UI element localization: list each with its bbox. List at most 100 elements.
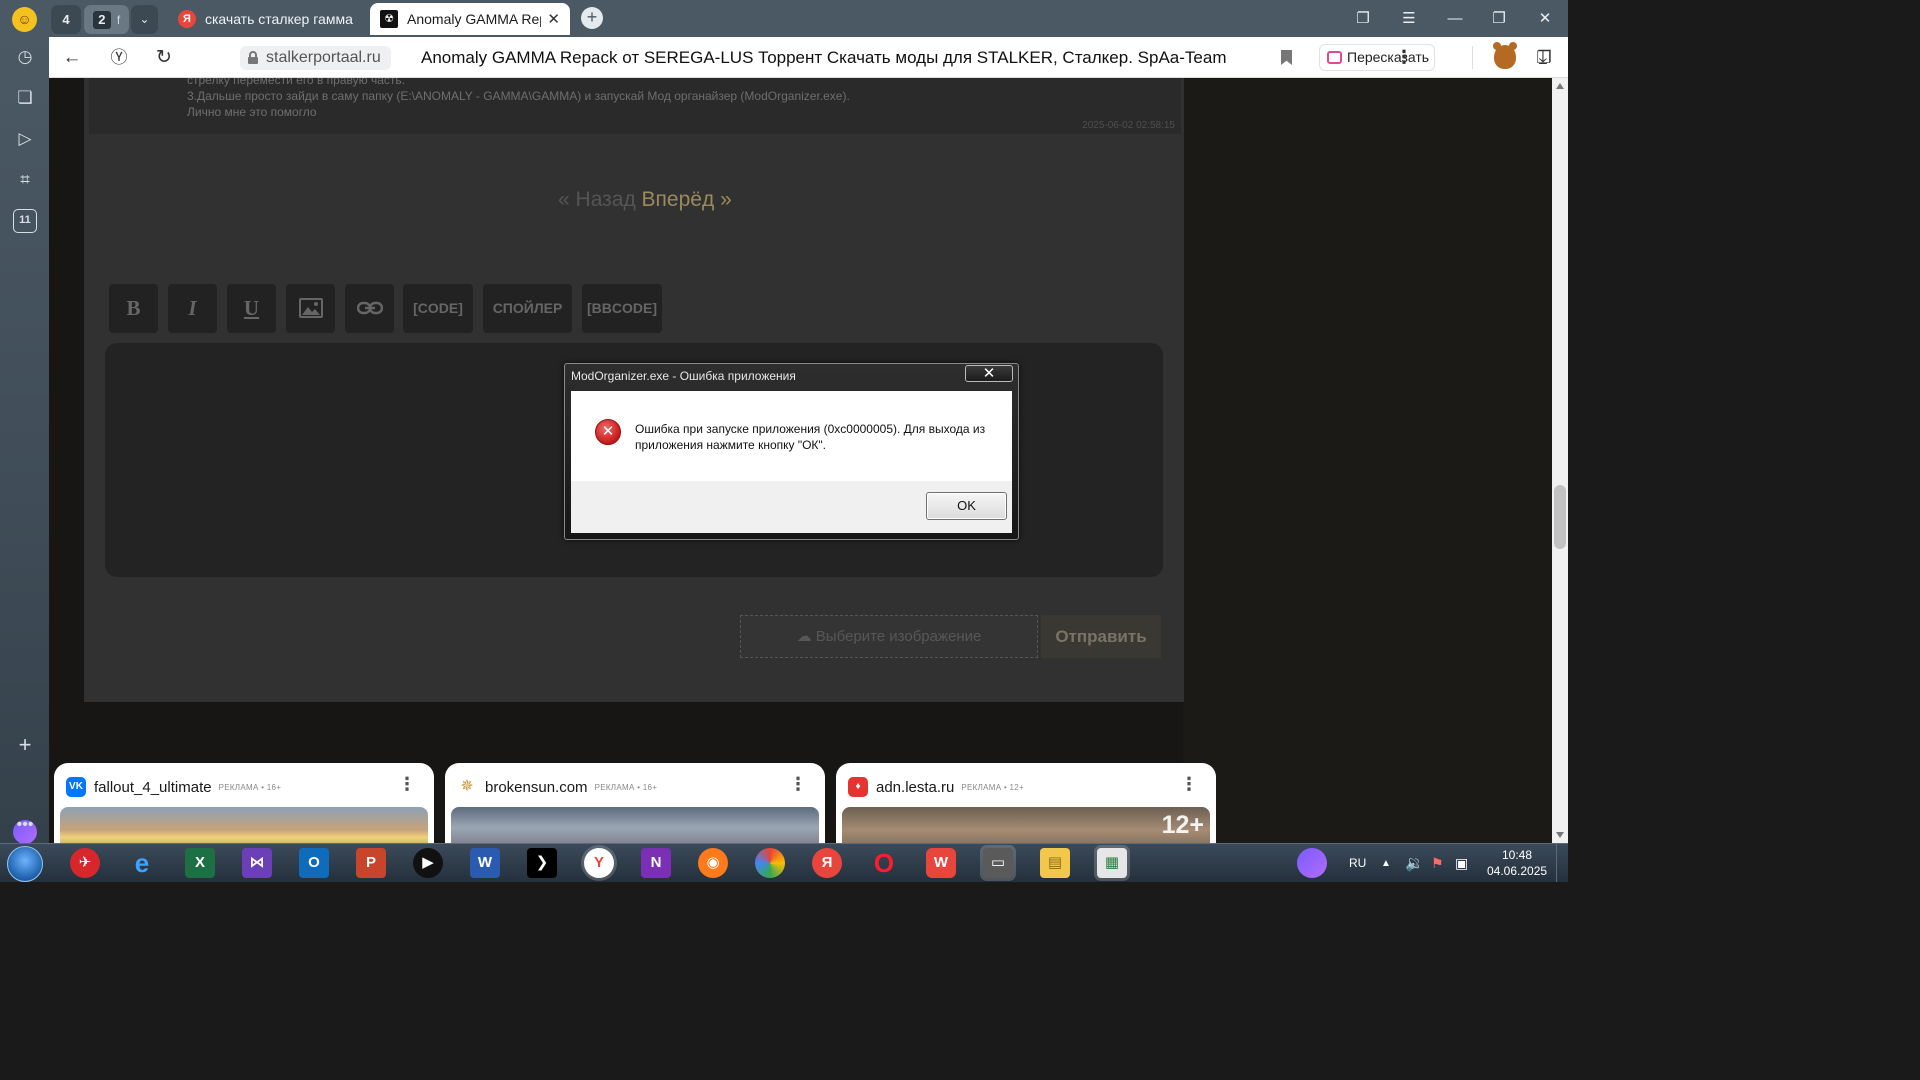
- error-dialog-taskbar-icon[interactable]: ▭: [983, 848, 1013, 878]
- more-vertical-icon[interactable]: ⋮: [1393, 37, 1415, 78]
- pager-prev-link[interactable]: Назад: [576, 188, 636, 211]
- downloads-icon[interactable]: ⤓: [1530, 37, 1556, 78]
- ok-button[interactable]: OK: [926, 492, 1007, 520]
- ad-card-1[interactable]: VK fallout_4_ultimate РЕКЛАМА • 16+ ⋮: [54, 763, 434, 843]
- windows-taskbar: ✈ e X ⋈ O P ▶ W ❯ Y N ◉ Я O W ▭ ▤ ▦ RU ▲…: [0, 843, 1568, 882]
- ad-menu-icon[interactable]: ⋮: [1180, 775, 1198, 793]
- start-button[interactable]: [7, 846, 43, 882]
- window-app-icon[interactable]: ▦: [1097, 848, 1127, 878]
- new-tab-button[interactable]: +: [581, 7, 603, 29]
- dialog-close-button[interactable]: ✕: [965, 365, 1013, 382]
- ad-menu-icon[interactable]: ⋮: [789, 775, 807, 793]
- retell-button[interactable]: Пересказать: [1319, 44, 1435, 71]
- internet-explorer-icon[interactable]: e: [127, 848, 157, 878]
- calendar-icon[interactable]: 11: [13, 209, 37, 233]
- ad-image: 12+: [842, 807, 1210, 843]
- scrollbar-thumb[interactable]: [1554, 485, 1566, 549]
- restore-button[interactable]: ❐: [1476, 0, 1522, 37]
- chrome-icon[interactable]: [755, 848, 785, 878]
- underline-button[interactable]: U: [227, 284, 276, 333]
- image-icon: [298, 298, 323, 318]
- choose-image-button[interactable]: ☁ Выберите изображение: [740, 615, 1038, 658]
- send-button[interactable]: Отправить: [1041, 615, 1161, 658]
- url-domain[interactable]: stalkerportaal.ru: [240, 46, 391, 70]
- insert-image-button[interactable]: [286, 284, 335, 333]
- opera-icon[interactable]: O: [869, 848, 899, 878]
- action-center-flag-icon[interactable]: ⚑: [1431, 844, 1444, 882]
- ad-header: ♦ adn.lesta.ru РЕКЛАМА • 12+: [848, 775, 1024, 799]
- tab-group-4[interactable]: 4: [51, 5, 81, 34]
- dialog-title: ModOrganizer.exe - Ошибка приложения: [571, 369, 796, 383]
- comment-line: стрелку перемести его в правую часть.: [187, 78, 405, 87]
- minimize-button[interactable]: —: [1432, 0, 1478, 37]
- scroll-down-icon[interactable]: [1556, 832, 1564, 838]
- pager-next-link[interactable]: Вперёд: [642, 188, 715, 211]
- retell-label: Пересказать: [1347, 49, 1430, 65]
- file-explorer-icon[interactable]: ▤: [1040, 848, 1070, 878]
- tab-list-dropdown-icon[interactable]: ⌄: [131, 5, 158, 34]
- code-button[interactable]: [CODE]: [403, 284, 473, 333]
- cloud-upload-icon: ☁: [796, 628, 812, 645]
- ad-image: [451, 807, 819, 843]
- code-label: [CODE]: [413, 300, 463, 316]
- calendar-day: 11: [19, 214, 31, 226]
- show-desktop-button[interactable]: [1556, 844, 1568, 882]
- powershell-icon[interactable]: ❯: [527, 848, 557, 878]
- close-window-button[interactable]: ✕: [1522, 0, 1568, 37]
- ad-card-2[interactable]: ✵ brokensun.com РЕКЛАМА • 16+ ⋮: [445, 763, 825, 843]
- system-clock[interactable]: 10:48 04.06.2025: [1487, 847, 1547, 879]
- network-icon[interactable]: ▣: [1455, 844, 1468, 882]
- language-indicator[interactable]: RU: [1349, 844, 1366, 882]
- extension-bear-icon[interactable]: [1493, 42, 1517, 69]
- italic-button[interactable]: I: [168, 284, 217, 333]
- more-icon[interactable]: •••: [13, 813, 37, 837]
- clock-time: 10:48: [1501, 848, 1533, 862]
- clock-date: 04.06.2025: [1487, 864, 1548, 878]
- alice-taskbar-icon[interactable]: [1297, 848, 1327, 878]
- media-player-icon[interactable]: ▶: [413, 848, 443, 878]
- tab-title: скачать сталкер гамма ге: [205, 11, 356, 27]
- powerpoint-icon[interactable]: P: [356, 848, 386, 878]
- spoiler-button[interactable]: СПОЙЛЕР: [483, 284, 572, 333]
- insert-link-button[interactable]: [345, 284, 394, 333]
- bookmark-icon[interactable]: [1281, 50, 1292, 65]
- screen: ☺ 4 2 f ⌄ Я скачать сталкер гамма ге ☢ A…: [0, 0, 1568, 882]
- onenote-icon[interactable]: N: [641, 848, 671, 878]
- history-icon[interactable]: ◷: [13, 45, 37, 69]
- yandex-icon[interactable]: Я: [812, 848, 842, 878]
- word-icon[interactable]: W: [470, 848, 500, 878]
- volume-icon[interactable]: 🔉: [1405, 844, 1424, 882]
- visual-studio-icon[interactable]: ⋈: [242, 848, 272, 878]
- excel-icon[interactable]: X: [185, 848, 215, 878]
- add-panel-icon[interactable]: +: [13, 733, 37, 757]
- page-scrollbar[interactable]: [1552, 78, 1568, 843]
- scroll-up-icon[interactable]: [1556, 83, 1564, 89]
- browser-menu-icon[interactable]: ☰: [1386, 0, 1432, 37]
- app-icon-redapp[interactable]: ✈: [70, 848, 100, 878]
- tray-expand-icon[interactable]: ▲: [1381, 844, 1391, 882]
- reload-icon[interactable]: ↻: [151, 37, 177, 78]
- screenshot-icon[interactable]: ⌗: [13, 168, 37, 192]
- ad-menu-icon[interactable]: ⋮: [398, 775, 416, 793]
- address-bar: ← Ⓨ ↻ stalkerportaal.ru Anomaly GAMMA Re…: [49, 37, 1568, 78]
- firefox-icon[interactable]: ◉: [698, 848, 728, 878]
- wps-office-icon[interactable]: W: [926, 848, 956, 878]
- divider: [1472, 46, 1473, 69]
- bold-button[interactable]: B: [109, 284, 158, 333]
- video-play-icon[interactable]: ▷: [13, 127, 37, 151]
- tab-collections-icon[interactable]: ❐: [1340, 0, 1386, 37]
- page-title[interactable]: Anomaly GAMMA Repack от SEREGA-LUS Торре…: [421, 37, 1226, 78]
- domain-text: stalkerportaal.ru: [266, 49, 381, 66]
- yandex-home-icon[interactable]: Ⓨ: [106, 37, 132, 78]
- collections-icon[interactable]: ❏: [13, 86, 37, 110]
- ad-card-3[interactable]: ♦ adn.lesta.ru РЕКЛАМА • 12+ ⋮ 12+: [836, 763, 1216, 843]
- close-tab-icon[interactable]: ✕: [547, 10, 560, 28]
- back-arrow-icon[interactable]: ←: [59, 37, 85, 78]
- tab-search[interactable]: Я скачать сталкер гамма ге: [168, 3, 366, 35]
- browser-profile-icon[interactable]: ☺: [12, 7, 37, 32]
- tab-active[interactable]: ☢ Anomaly GAMMA Repack ✕: [370, 3, 570, 35]
- yandex-browser-icon[interactable]: Y: [584, 848, 614, 878]
- outlook-icon[interactable]: O: [299, 848, 329, 878]
- tab-group-2[interactable]: 2 f: [84, 5, 129, 34]
- bbcode-button[interactable]: [BBCODE]: [582, 284, 662, 333]
